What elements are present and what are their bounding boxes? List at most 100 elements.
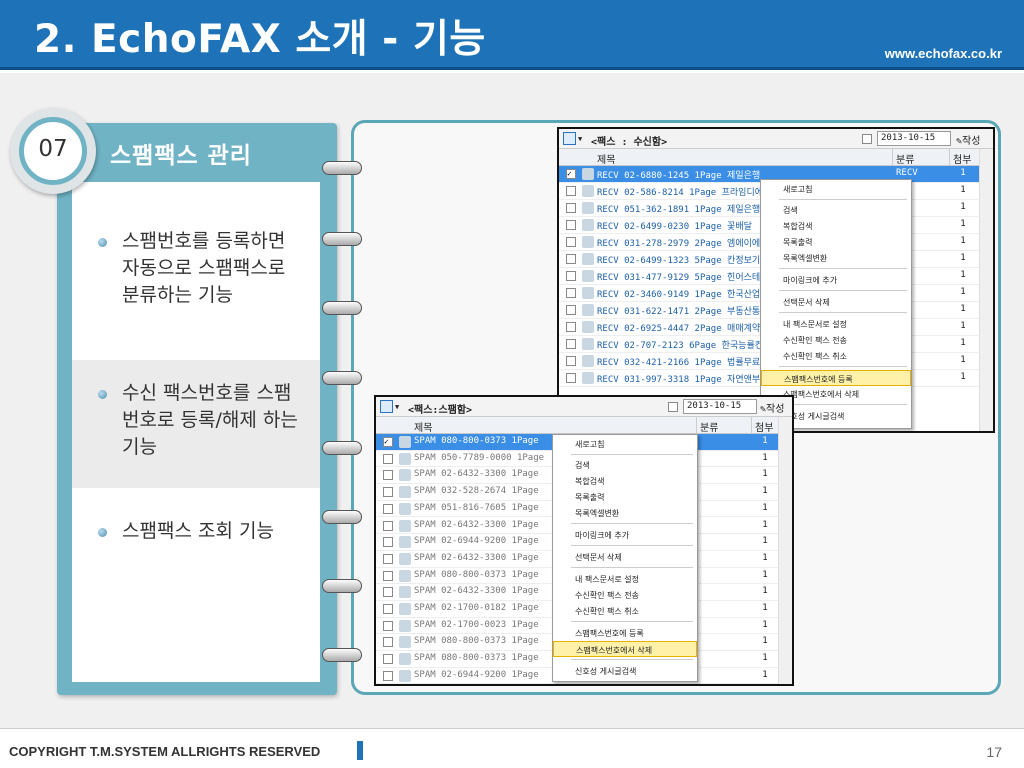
row-checkbox[interactable] — [383, 487, 393, 498]
menu-item[interactable]: 스팸팩스번호에 등록 — [553, 625, 697, 641]
menu-separator — [571, 454, 693, 455]
row-checkbox[interactable] — [566, 305, 576, 315]
menu-item[interactable]: 목록엑셀변환 — [761, 250, 911, 266]
column-header[interactable]: 첨부 — [755, 419, 773, 434]
column-header[interactable]: 제목 — [597, 151, 615, 166]
column-header[interactable]: 첨부 — [953, 151, 971, 166]
write-label: 작성 — [962, 136, 981, 147]
chevron-down-icon[interactable]: ▼ — [395, 403, 399, 411]
menu-item[interactable]: 목록출력 — [761, 234, 911, 250]
menu-item[interactable]: 마이링크에 추가 — [761, 272, 911, 288]
fax-icon — [399, 536, 411, 549]
menu-item[interactable]: 목록출력 — [553, 489, 697, 505]
fax-icon — [582, 202, 594, 214]
menu-separator — [571, 523, 693, 524]
row-subject: RECV 02-3460-9149 1Page 한국산업기술 — [597, 290, 777, 300]
menu-item[interactable]: 검색 — [761, 202, 911, 218]
menu-separator — [571, 621, 693, 622]
row-checkbox[interactable]: ✓ — [566, 169, 576, 179]
row-checkbox[interactable] — [566, 203, 576, 213]
feature-text: 수신 팩스번호를 스팸번호로 등록/해제 하는 기능 — [122, 382, 298, 458]
menu-separator — [571, 659, 693, 660]
menu-item[interactable]: 선택문서 삭제 — [553, 549, 697, 565]
fax-icon — [399, 603, 411, 615]
fax-icon — [399, 469, 411, 482]
menu-item[interactable]: 새로고침 — [761, 181, 911, 197]
row-checkbox[interactable] — [383, 604, 393, 614]
menu-item[interactable]: 스팸팩스번호에서 삭제 — [553, 641, 697, 657]
row-checkbox[interactable] — [383, 553, 393, 564]
row-checkbox[interactable] — [566, 271, 576, 281]
menu-item[interactable]: 선택문서 삭제 — [761, 294, 911, 310]
column-header[interactable]: 분류 — [700, 419, 718, 434]
row-subject: SPAM 02-1700-0182 1Page — [414, 603, 539, 613]
row-checkbox[interactable] — [383, 503, 393, 514]
row-checkbox[interactable] — [383, 453, 393, 464]
row-checkbox[interactable] — [383, 637, 393, 648]
row-checkbox[interactable] — [566, 220, 576, 230]
row-checkbox[interactable] — [566, 356, 576, 366]
scrollbar[interactable] — [778, 417, 792, 684]
row-checkbox[interactable] — [383, 654, 393, 665]
menu-separator — [571, 545, 693, 546]
menu-item[interactable]: 수신확인 팩스 취소 — [553, 603, 697, 619]
date-picker[interactable]: 2013-10-15 — [683, 399, 757, 414]
scrollbar[interactable] — [979, 149, 993, 431]
menu-item[interactable]: 목록엑셀변환 — [553, 505, 697, 521]
menu-item[interactable]: 신호성 게시글검색 — [553, 663, 697, 679]
filter-checkbox[interactable] — [862, 134, 872, 144]
row-attachments: 1 — [960, 321, 966, 331]
row-checkbox[interactable] — [566, 373, 576, 383]
grid-icon[interactable] — [563, 132, 576, 145]
date-picker[interactable]: 2013-10-15 — [877, 131, 951, 146]
row-checkbox[interactable] — [383, 470, 393, 481]
row-checkbox[interactable] — [383, 520, 393, 531]
binder-ring-icon — [322, 161, 362, 175]
row-subject: SPAM 02-6432-3300 1Page — [414, 552, 539, 563]
menu-item[interactable]: 스팸팩스번호에 등록 — [761, 370, 911, 386]
row-attachments: 1 — [960, 372, 966, 382]
row-attachments: 1 — [960, 304, 966, 314]
write-button[interactable]: ✎작성 — [956, 132, 980, 147]
menu-separator — [779, 404, 907, 405]
column-header[interactable]: 분류 — [896, 151, 914, 166]
row-checkbox[interactable]: ✓ — [383, 437, 393, 447]
row-checkbox[interactable] — [566, 186, 576, 196]
menu-item[interactable]: 수신확인 팩스 취소 — [761, 348, 911, 364]
menu-item[interactable]: 새로고침 — [553, 436, 697, 452]
row-checkbox[interactable] — [383, 570, 393, 581]
grid-icon[interactable] — [380, 400, 393, 413]
filter-checkbox[interactable] — [668, 402, 678, 412]
menu-item[interactable]: 내 팩스문서로 설정 — [761, 316, 911, 332]
row-checkbox[interactable] — [566, 254, 576, 264]
row-attachments: 1 — [762, 536, 768, 547]
row-attachments: 1 — [960, 202, 966, 212]
row-checkbox[interactable] — [383, 620, 393, 631]
write-button[interactable]: ✎작성 — [760, 400, 784, 415]
fax-icon — [399, 636, 411, 649]
binder-ring-icon — [322, 371, 362, 385]
row-subject: RECV 032-421-2166 1Page 법률무료상담 — [597, 358, 777, 368]
menu-item[interactable]: 수신확인 팩스 전송 — [761, 332, 911, 348]
row-checkbox[interactable] — [566, 339, 576, 349]
menu-item[interactable]: 검색 — [553, 457, 697, 473]
menu-item[interactable]: 복합검색 — [553, 473, 697, 489]
row-checkbox[interactable] — [566, 237, 576, 247]
row-subject: RECV 051-362-1891 1Page 제일은행 — [597, 205, 761, 215]
row-checkbox[interactable] — [566, 322, 576, 332]
row-checkbox[interactable] — [383, 670, 393, 681]
menu-separator — [779, 366, 907, 367]
menu-item[interactable]: 내 팩스문서로 설정 — [553, 571, 697, 587]
row-checkbox[interactable] — [383, 537, 393, 548]
menu-item[interactable]: 복합검색 — [761, 218, 911, 234]
chevron-down-icon[interactable]: ▼ — [578, 135, 582, 143]
fax-icon — [399, 552, 411, 565]
column-header[interactable]: 제목 — [414, 419, 432, 434]
fax-icon — [582, 338, 594, 350]
row-checkbox[interactable] — [566, 288, 576, 298]
menu-item[interactable]: 수신확인 팩스 전송 — [553, 587, 697, 603]
row-checkbox[interactable] — [383, 587, 393, 598]
row-subject: SPAM 02-6944-9200 1Page — [414, 536, 539, 547]
menu-item[interactable]: 마이링크에 추가 — [553, 527, 697, 543]
fax-icon — [582, 321, 594, 333]
